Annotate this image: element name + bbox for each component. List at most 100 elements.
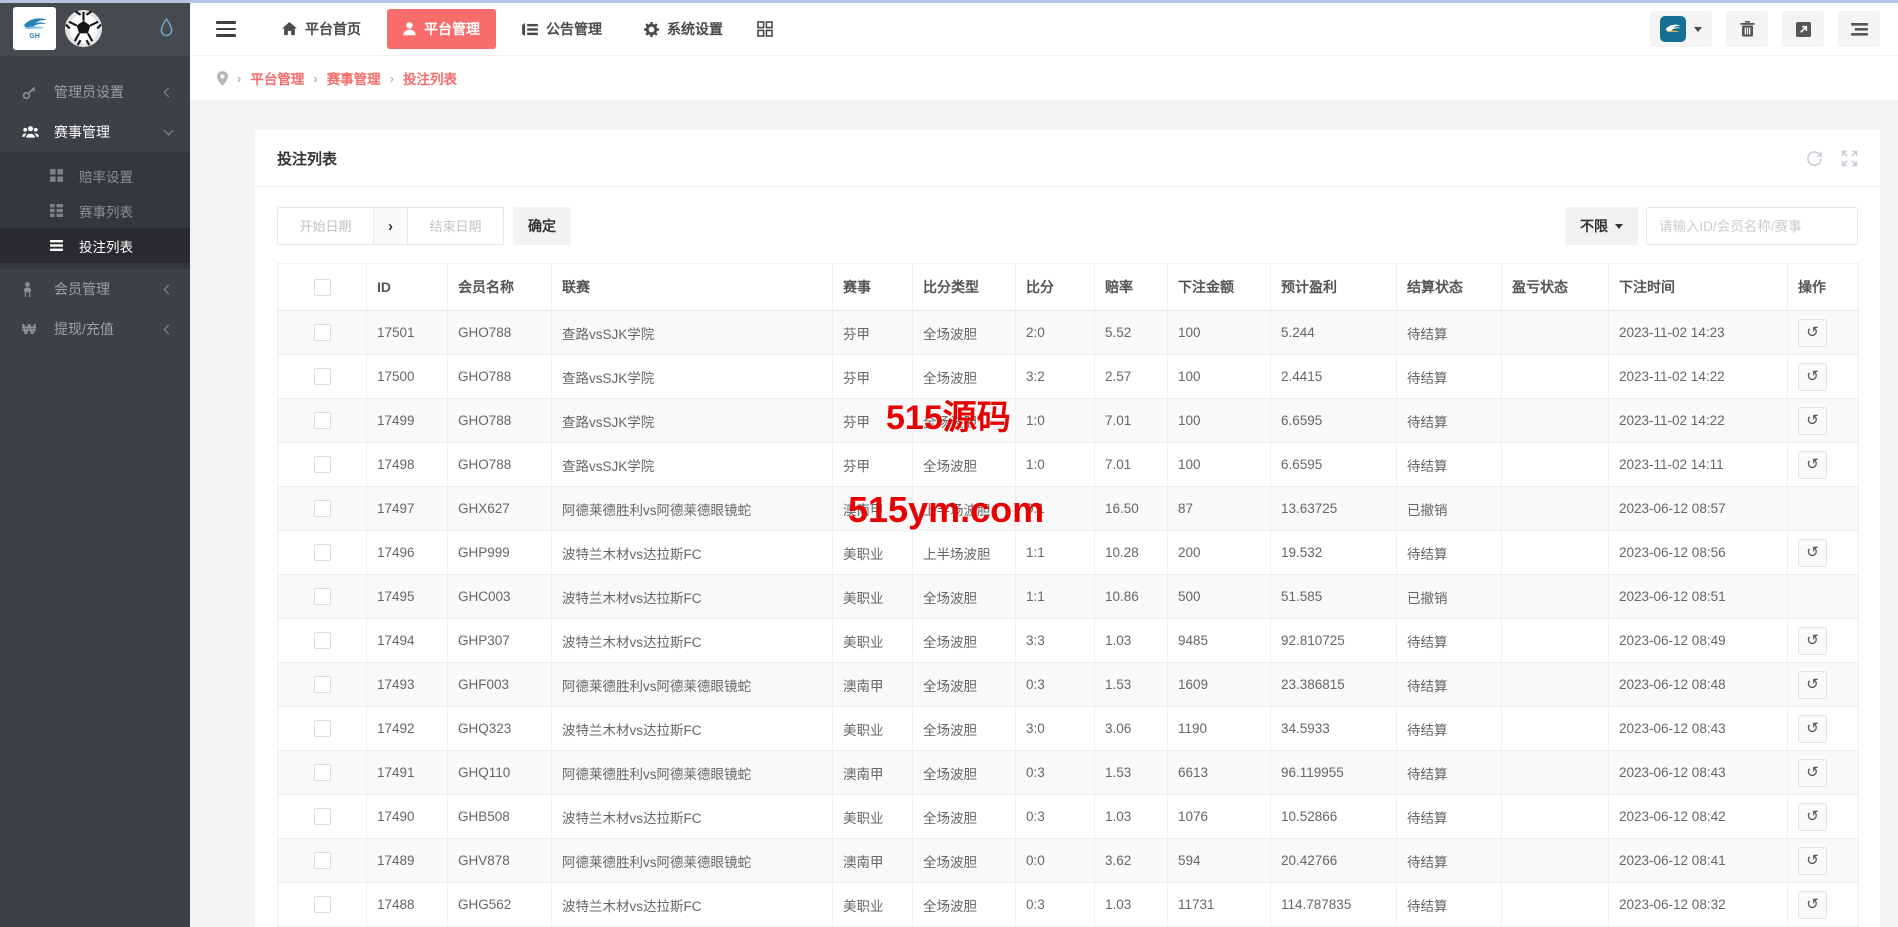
cell-score-type: 全场波胆 bbox=[913, 575, 1016, 619]
user-avatar-dropdown[interactable] bbox=[1650, 11, 1712, 47]
cell-odds: 2.57 bbox=[1095, 355, 1168, 399]
confirm-button[interactable]: 确定 bbox=[513, 207, 571, 245]
brand-logo[interactable]: GH bbox=[13, 7, 56, 50]
cell-member: GHO788 bbox=[448, 311, 552, 355]
row-checkbox[interactable] bbox=[314, 500, 331, 517]
undo-button[interactable]: ↺ bbox=[1798, 451, 1827, 479]
cell-score-type: 全场波胆 bbox=[913, 311, 1016, 355]
undo-button[interactable]: ↺ bbox=[1798, 759, 1827, 787]
cell-profit: 6.6595 bbox=[1271, 399, 1397, 443]
cell-score: 0:3 bbox=[1016, 751, 1095, 795]
cell-action: ↺ bbox=[1788, 707, 1859, 751]
row-checkbox[interactable] bbox=[314, 764, 331, 781]
nav-item-apps-grid[interactable] bbox=[749, 11, 781, 47]
undo-button[interactable]: ↺ bbox=[1798, 715, 1827, 743]
cell-profit: 19.532 bbox=[1271, 531, 1397, 575]
row-checkbox[interactable] bbox=[314, 412, 331, 429]
trash-button[interactable] bbox=[1726, 11, 1768, 47]
cell-amount: 594 bbox=[1168, 839, 1271, 883]
breadcrumb-item[interactable]: 投注列表 bbox=[403, 68, 457, 88]
breadcrumb-separator: › bbox=[237, 71, 241, 86]
scope-dropdown-button[interactable]: 不限 bbox=[1565, 207, 1638, 245]
start-date-input[interactable] bbox=[277, 207, 374, 245]
nav-item-announcement-management[interactable]: 公告管理 bbox=[506, 9, 618, 49]
undo-button[interactable]: ↺ bbox=[1798, 407, 1827, 435]
cell-id: 17496 bbox=[367, 531, 448, 575]
cell-time: 2023-06-12 08:42 bbox=[1609, 795, 1788, 839]
row-checkbox[interactable] bbox=[314, 368, 331, 385]
cell-id: 17488 bbox=[367, 883, 448, 927]
row-checkbox[interactable] bbox=[314, 808, 331, 825]
row-checkbox[interactable] bbox=[314, 632, 331, 649]
row-checkbox[interactable] bbox=[314, 676, 331, 693]
row-checkbox[interactable] bbox=[314, 720, 331, 737]
sidebar-item-odds-settings[interactable]: 赔率设置 bbox=[0, 158, 190, 193]
cell-time: 2023-06-12 08:41 bbox=[1609, 839, 1788, 883]
undo-button[interactable]: ↺ bbox=[1798, 319, 1827, 347]
sidebar-item-match-list[interactable]: 赛事列表 bbox=[0, 193, 190, 228]
breadcrumb-item[interactable]: 赛事管理 bbox=[327, 68, 381, 88]
cell-score: 3:0 bbox=[1016, 707, 1095, 751]
external-link-button[interactable] bbox=[1782, 11, 1824, 47]
select-all-checkbox[interactable] bbox=[314, 279, 331, 296]
cell-check bbox=[278, 707, 367, 751]
cell-settle-status: 待结算 bbox=[1397, 751, 1502, 795]
cell-profit: 6.6595 bbox=[1271, 443, 1397, 487]
sidebar-toggle-icon[interactable] bbox=[216, 21, 236, 36]
currency-icon: ₩ bbox=[22, 321, 42, 338]
end-date-input[interactable] bbox=[407, 207, 504, 245]
row-checkbox[interactable] bbox=[314, 852, 331, 869]
cell-score: 3:3 bbox=[1016, 619, 1095, 663]
sidebar-item-bet-list[interactable]: 投注列表 bbox=[0, 228, 190, 263]
table-row: 17495GHC003波特兰木材vs达拉斯FC美职业全场波胆1:110.8650… bbox=[278, 575, 1859, 619]
cell-action: ↺ bbox=[1788, 663, 1859, 707]
nav-item-platform-home[interactable]: 平台首页 bbox=[266, 9, 377, 49]
cell-settle-status: 待结算 bbox=[1397, 883, 1502, 927]
cell-amount: 11731 bbox=[1168, 883, 1271, 927]
column-header: 结算状态 bbox=[1397, 264, 1502, 311]
breadcrumb-item[interactable]: 平台管理 bbox=[250, 68, 304, 88]
cell-check bbox=[278, 487, 367, 531]
cell-check bbox=[278, 795, 367, 839]
cell-time: 2023-11-02 14:22 bbox=[1609, 355, 1788, 399]
cell-member: GHF003 bbox=[448, 663, 552, 707]
search-input[interactable] bbox=[1646, 207, 1858, 245]
table-row: 17494GHP307波特兰木材vs达拉斯FC美职业全场波胆3:31.03948… bbox=[278, 619, 1859, 663]
fullscreen-icon[interactable] bbox=[1841, 150, 1858, 167]
cell-amount: 9485 bbox=[1168, 619, 1271, 663]
sidebar-item-admin-settings[interactable]: 管理员设置 bbox=[0, 72, 190, 112]
cell-pl-status bbox=[1502, 443, 1609, 487]
undo-button[interactable]: ↺ bbox=[1798, 627, 1827, 655]
water-drop-icon[interactable] bbox=[159, 18, 174, 38]
undo-button[interactable]: ↺ bbox=[1798, 671, 1827, 699]
row-checkbox[interactable] bbox=[314, 544, 331, 561]
undo-button[interactable]: ↺ bbox=[1798, 539, 1827, 567]
panel-body: › 确定 不限 bbox=[255, 187, 1880, 927]
sidebar-item-member-management[interactable]: 会员管理 bbox=[0, 269, 190, 309]
undo-button[interactable]: ↺ bbox=[1798, 363, 1827, 391]
undo-button[interactable]: ↺ bbox=[1798, 847, 1827, 875]
cell-league: 波特兰木材vs达拉斯FC bbox=[552, 795, 833, 839]
key-icon bbox=[22, 85, 42, 100]
home-icon bbox=[282, 22, 297, 36]
cell-member: GHB508 bbox=[448, 795, 552, 839]
nav-item-system-settings[interactable]: 系统设置 bbox=[628, 9, 739, 49]
panel-list-button[interactable] bbox=[1838, 11, 1880, 47]
filter-bar: › 确定 不限 bbox=[277, 207, 1858, 245]
sidebar-item-match-management[interactable]: 赛事管理 bbox=[0, 112, 190, 152]
cell-profit: 34.5933 bbox=[1271, 707, 1397, 751]
row-checkbox[interactable] bbox=[314, 896, 331, 913]
row-checkbox[interactable] bbox=[314, 456, 331, 473]
refresh-icon[interactable] bbox=[1806, 150, 1823, 167]
cell-score: 0:3 bbox=[1016, 883, 1095, 927]
sidebar-item-withdraw-recharge[interactable]: ₩ 提现/充值 bbox=[0, 309, 190, 349]
cell-score: 3:2 bbox=[1016, 355, 1095, 399]
cell-time: 2023-06-12 08:32 bbox=[1609, 883, 1788, 927]
undo-button[interactable]: ↺ bbox=[1798, 803, 1827, 831]
top-accent-line bbox=[0, 0, 1898, 3]
nav-item-platform-management[interactable]: 平台管理 bbox=[387, 9, 496, 49]
row-checkbox[interactable] bbox=[314, 324, 331, 341]
row-checkbox[interactable] bbox=[314, 588, 331, 605]
cell-pl-status bbox=[1502, 707, 1609, 751]
undo-button[interactable]: ↺ bbox=[1798, 891, 1827, 919]
